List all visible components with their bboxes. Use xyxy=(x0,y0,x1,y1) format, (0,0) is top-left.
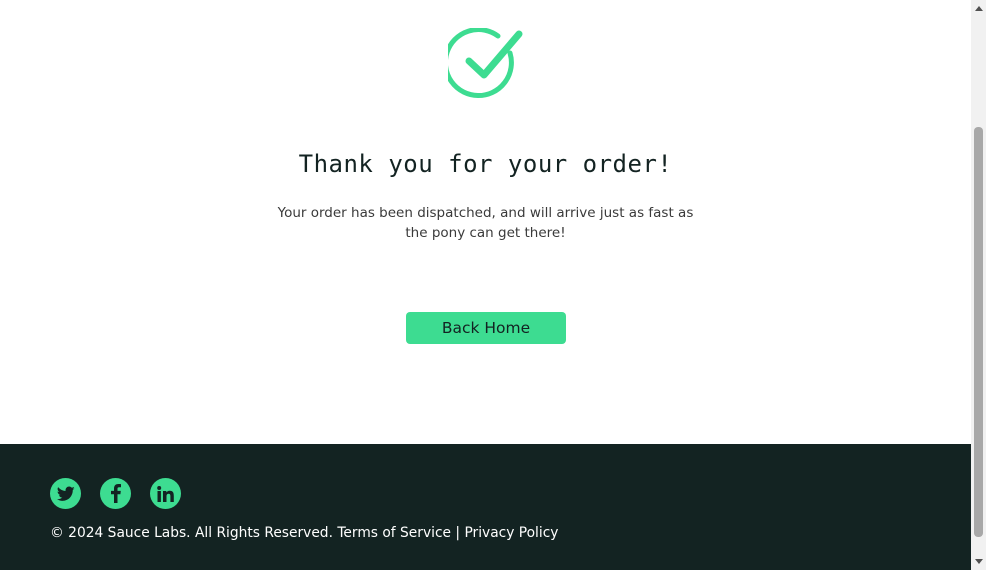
checkout-complete-page: Thank you for your order! Your order has… xyxy=(0,0,971,570)
footer: © 2024 Sauce Labs. All Rights Reserved. … xyxy=(0,444,971,570)
scrollbar-thumb[interactable] xyxy=(974,127,983,537)
facebook-icon xyxy=(110,484,121,503)
vertical-scrollbar[interactable] xyxy=(971,0,986,570)
complete-header: Thank you for your order! xyxy=(298,150,673,178)
social-twitter-link[interactable] xyxy=(50,478,81,509)
twitter-icon xyxy=(56,486,75,501)
footer-copy: © 2024 Sauce Labs. All Rights Reserved. … xyxy=(50,525,559,541)
linkedin-icon xyxy=(157,485,174,502)
scroll-down-arrow-icon[interactable] xyxy=(971,553,986,570)
social-linkedin-link[interactable] xyxy=(150,478,181,509)
complete-text: Your order has been dispatched, and will… xyxy=(277,205,694,241)
social-facebook-link[interactable] xyxy=(100,478,131,509)
scroll-up-arrow-icon[interactable] xyxy=(971,0,986,17)
checkmark-circle-icon xyxy=(442,27,524,102)
back-home-button[interactable]: Back Home xyxy=(406,312,566,344)
